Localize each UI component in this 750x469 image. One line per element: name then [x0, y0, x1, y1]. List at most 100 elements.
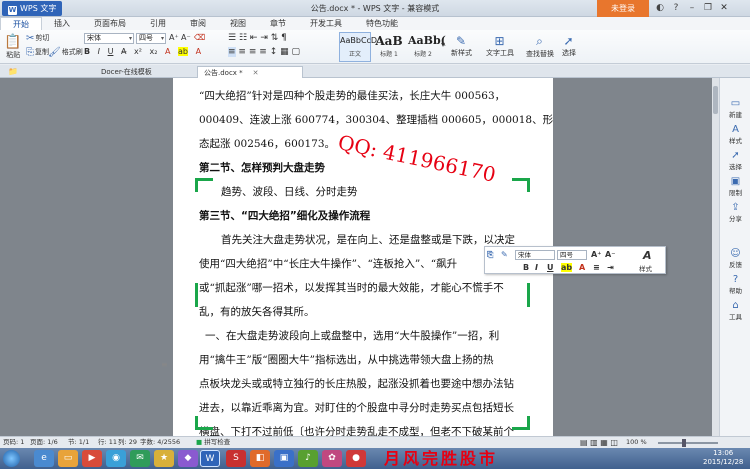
- taskbar-app-monitor-icon[interactable]: ▣: [274, 450, 294, 467]
- taskbar-app-player-icon[interactable]: ◆: [178, 450, 198, 467]
- tab-view[interactable]: 视图: [218, 17, 258, 30]
- side-share-button[interactable]: ⇪ 分享: [720, 202, 750, 223]
- doc-tab-docer[interactable]: Docer-在线模板: [95, 66, 158, 78]
- font-name-select[interactable]: 宋体 ▾: [84, 33, 134, 44]
- status-spell-check[interactable]: ■ 拼写检查: [196, 437, 230, 448]
- mini-styles-button[interactable]: 样式: [639, 263, 652, 273]
- view-mode-icons[interactable]: ▤ ▥ ▦ ◫: [580, 437, 618, 448]
- side-feedback-button[interactable]: ☺ 反馈: [720, 248, 750, 269]
- close-icon[interactable]: ✕: [717, 2, 731, 15]
- taskbar-app-stock-icon[interactable]: S: [226, 450, 246, 467]
- align-right-icon[interactable]: ≡: [249, 47, 257, 57]
- style-heading-2[interactable]: AaBb( 标题 2: [407, 32, 446, 62]
- mini-highlight-icon[interactable]: ab: [561, 263, 573, 272]
- tab-section[interactable]: 章节: [258, 17, 298, 30]
- tab-features[interactable]: 特色功能: [354, 17, 410, 30]
- taskbar-app-browser-icon[interactable]: ◉: [106, 450, 126, 467]
- clear-format-button[interactable]: ⌫: [194, 33, 205, 42]
- side-new-button[interactable]: ▭ 新建: [720, 98, 750, 119]
- mini-font-name[interactable]: 宋体: [515, 250, 555, 260]
- mini-italic-icon[interactable]: I: [535, 263, 538, 272]
- subscript-icon[interactable]: x₂: [150, 47, 158, 56]
- mini-styles-icon[interactable]: A: [643, 249, 652, 262]
- border-icon[interactable]: ▢: [292, 47, 301, 57]
- align-center-icon[interactable]: ≡: [238, 47, 246, 57]
- side-help-button[interactable]: ? 帮助: [720, 274, 750, 295]
- style-normal[interactable]: AaBbCcD 正文: [339, 32, 377, 62]
- taskbar-app-ie-icon[interactable]: e: [34, 450, 54, 467]
- close-icon[interactable]: ✕: [253, 69, 259, 77]
- highlight-icon[interactable]: ab: [178, 47, 189, 56]
- find-replace-button[interactable]: ⌕ 查找替换: [526, 34, 554, 59]
- paste-button[interactable]: 📋 粘贴: [4, 34, 22, 60]
- side-select-button[interactable]: ➚ 选择: [720, 150, 750, 171]
- underline-icon[interactable]: U: [108, 47, 114, 56]
- mini-shrink-font-icon[interactable]: A⁻: [605, 250, 615, 259]
- doc-tab-active[interactable]: 公告.docx * ✕: [197, 66, 303, 78]
- mini-bold-icon[interactable]: B: [523, 263, 529, 272]
- tab-insert[interactable]: 插入: [42, 17, 82, 30]
- new-style-button[interactable]: ✎ 新样式: [451, 34, 472, 58]
- tab-page-layout[interactable]: 页面布局: [82, 17, 138, 30]
- help-icon[interactable]: ?: [669, 2, 683, 15]
- tab-home[interactable]: 开始: [0, 17, 42, 30]
- mini-underline-icon[interactable]: U: [547, 263, 554, 272]
- quick-access-icons[interactable]: 📁: [2, 66, 24, 78]
- bold-icon[interactable]: B: [84, 47, 90, 56]
- mini-indent-icon[interactable]: ⇥: [607, 263, 614, 272]
- superscript-icon[interactable]: x²: [134, 47, 142, 56]
- bullet-list-icon[interactable]: ☰: [228, 33, 236, 43]
- side-tools-button[interactable]: ⌂ 工具: [720, 300, 750, 321]
- minimize-icon[interactable]: –: [685, 2, 699, 15]
- style-gallery-more[interactable]: ▾: [441, 40, 445, 49]
- side-restrict-button[interactable]: ▣ 限制: [720, 176, 750, 197]
- text-effect-icon[interactable]: A: [196, 47, 201, 56]
- format-painter-button[interactable]: 🖌格式刷: [48, 47, 83, 58]
- status-pages[interactable]: 页面: 1/6: [30, 437, 58, 448]
- select-button[interactable]: ➚ 选择: [562, 34, 576, 58]
- tab-references[interactable]: 引用: [138, 17, 178, 30]
- taskbar-app-chat-icon[interactable]: ✉: [130, 450, 150, 467]
- paragraph-marker-icon[interactable]: ≡: [161, 360, 168, 369]
- taskbar-app-record-icon[interactable]: ●: [346, 450, 366, 467]
- zoom-level[interactable]: 100 %: [626, 437, 647, 448]
- taskbar-app-tool-icon[interactable]: ★: [154, 450, 174, 467]
- show-marks-icon[interactable]: ¶: [281, 33, 287, 43]
- shading-icon[interactable]: ▦: [280, 47, 289, 57]
- tray-clock[interactable]: 13:06 2015/12/28: [703, 449, 743, 467]
- vertical-scrollbar[interactable]: [712, 78, 719, 436]
- mini-align-icon[interactable]: ≡: [593, 263, 600, 272]
- tab-developer[interactable]: 开发工具: [298, 17, 354, 30]
- status-words[interactable]: 字数: 4/2556: [140, 437, 180, 448]
- align-left-icon[interactable]: ≡: [228, 47, 236, 57]
- number-list-icon[interactable]: ☷: [239, 33, 247, 43]
- taskbar-app-wps-icon[interactable]: W: [200, 450, 220, 467]
- side-style-button[interactable]: A 样式: [720, 124, 750, 145]
- mini-grow-font-icon[interactable]: A⁺: [591, 250, 601, 259]
- restore-icon[interactable]: ❐: [701, 2, 715, 15]
- taskbar-app-music-icon[interactable]: ♪: [298, 450, 318, 467]
- increase-indent-icon[interactable]: ⇥: [260, 33, 268, 43]
- line-spacing-icon[interactable]: ↕: [270, 47, 278, 57]
- mini-copy-icon[interactable]: ⎘: [487, 250, 493, 260]
- start-button[interactable]: [3, 450, 20, 467]
- strikethrough-icon[interactable]: A̶: [121, 47, 126, 56]
- skin-icon[interactable]: ◐: [653, 2, 667, 15]
- zoom-slider[interactable]: [658, 442, 718, 444]
- taskbar-app-folder-icon[interactable]: ▭: [58, 450, 78, 467]
- zoom-slider-knob[interactable]: [682, 439, 686, 447]
- text-tools-button[interactable]: ⊞ 文字工具: [486, 34, 514, 58]
- style-heading-1[interactable]: AaB 标题 1: [373, 32, 405, 62]
- shrink-font-button[interactable]: A⁻: [181, 33, 191, 42]
- mini-font-color-icon[interactable]: A: [579, 263, 585, 272]
- italic-icon[interactable]: I: [98, 47, 100, 56]
- mini-paint-icon[interactable]: ✎: [501, 250, 508, 259]
- font-color-icon[interactable]: A: [165, 47, 170, 56]
- tab-review[interactable]: 审阅: [178, 17, 218, 30]
- taskbar-app-photo-icon[interactable]: ✿: [322, 450, 342, 467]
- decrease-indent-icon[interactable]: ⇤: [250, 33, 258, 43]
- copy-button[interactable]: ⎘复制: [26, 47, 49, 58]
- grow-font-button[interactable]: A⁺: [169, 33, 179, 42]
- sort-icon[interactable]: ⇅: [271, 33, 279, 43]
- mini-font-size[interactable]: 四号: [557, 250, 587, 260]
